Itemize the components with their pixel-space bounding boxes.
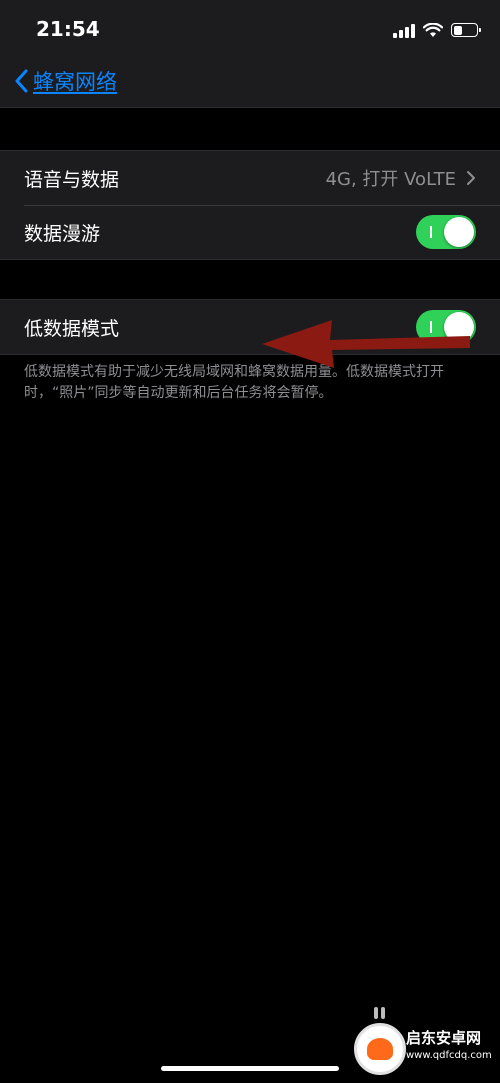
watermark: 启东安卓网 www.qdfcdq.com	[348, 1007, 498, 1077]
back-button-label: 蜂窝网络	[33, 70, 117, 94]
row-label: 数据漫游	[24, 222, 101, 245]
status-icons	[393, 20, 481, 40]
watermark-dots	[374, 1007, 386, 1021]
row-label: 语音与数据	[24, 168, 120, 191]
watermark-logo-icon	[354, 1023, 406, 1075]
watermark-text: 启东安卓网	[406, 1029, 482, 1047]
status-bar: 21:54	[0, 0, 500, 62]
battery-icon	[451, 23, 481, 37]
back-button[interactable]: 蜂窝网络	[14, 66, 117, 96]
chevron-right-icon	[467, 171, 475, 185]
settings-group-voice-data: 语音与数据 4G, 打开 VoLTE 数据漫游	[0, 150, 500, 260]
toggle-knob	[444, 217, 474, 247]
data-roaming-toggle[interactable]	[416, 215, 476, 249]
watermark-url: www.qdfcdq.com	[406, 1050, 492, 1061]
toggle-on-indicator	[430, 226, 432, 238]
voice-data-value: 4G, 打开 VoLTE	[325, 169, 456, 190]
navigation-bar: 蜂窝网络	[0, 62, 500, 108]
row-data-roaming: 数据漫游	[0, 205, 500, 259]
wifi-icon	[423, 22, 443, 37]
row-voice-and-data[interactable]: 语音与数据 4G, 打开 VoLTE	[0, 151, 500, 205]
chevron-left-icon	[15, 69, 28, 93]
cellular-signal-icon	[393, 22, 415, 38]
home-indicator	[161, 1066, 339, 1071]
red-arrow-annotation	[262, 320, 470, 368]
row-value: 4G, 打开 VoLTE	[326, 165, 476, 191]
status-time: 21:54	[36, 17, 100, 41]
